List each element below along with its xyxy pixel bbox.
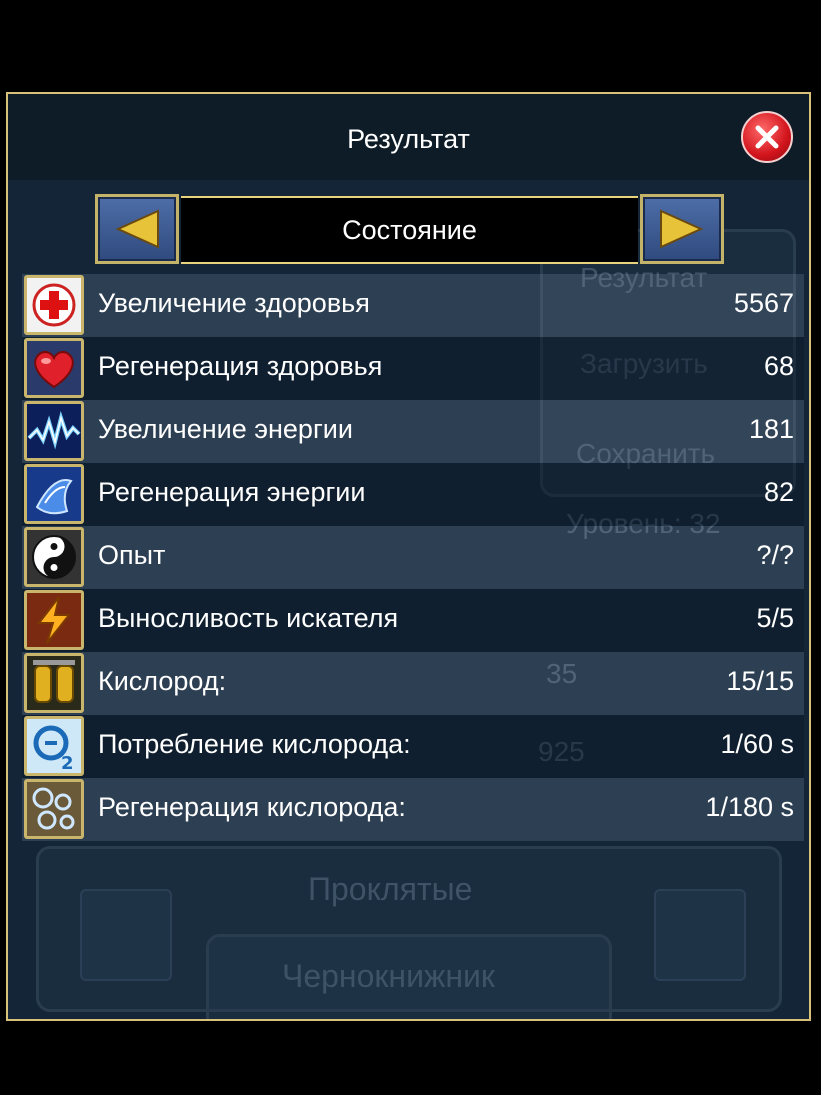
bg-class-icon-right <box>654 889 746 981</box>
category-selector: Состояние <box>95 194 724 264</box>
category-label: Состояние <box>181 196 638 264</box>
next-category-button[interactable] <box>640 194 724 264</box>
stat-row-oxygen-consumption: 2 Потребление кислорода: 1/60 s <box>22 715 804 778</box>
stat-value: ?/? <box>756 540 794 570</box>
energy-crystal-icon <box>24 464 84 524</box>
bg-faction-label: Проклятые <box>308 871 473 907</box>
yin-yang-icon <box>24 527 84 587</box>
bg-class-label: Чернокнижник <box>282 958 495 994</box>
stat-value: 1/60 s <box>720 729 794 759</box>
stat-label: Опыт <box>98 540 166 570</box>
stat-label: Выносливость искателя <box>98 603 399 633</box>
stat-value: 5567 <box>733 288 794 318</box>
stat-row-health-increase: Увеличение здоровья 5567 <box>22 274 804 337</box>
stat-label: Регенерация здоровья <box>98 351 383 381</box>
stat-value: 5/5 <box>756 603 794 633</box>
stat-row-energy-regen: Регенерация энергии 82 <box>22 463 804 526</box>
stat-label: Увеличение энергии <box>98 414 353 444</box>
stats-list: Увеличение здоровья 5567 Регенерация здо… <box>22 274 804 841</box>
stat-label: Увеличение здоровья <box>98 288 370 318</box>
o2-icon: 2 <box>24 716 84 776</box>
stat-row-energy-increase: Увеличение энергии 181 <box>22 400 804 463</box>
stat-label: Потребление кислорода: <box>98 729 411 759</box>
lightning-icon <box>24 590 84 650</box>
stat-row-oxygen-regen: Регенерация кислорода: 1/180 s <box>22 778 804 841</box>
stat-value: 68 <box>763 351 794 381</box>
result-dialog: 5567 181 Результат Загрузить Сохранить У… <box>6 92 811 1021</box>
heart-icon <box>24 338 84 398</box>
medkit-icon <box>24 275 84 335</box>
stat-row-health-regen: Регенерация здоровья 68 <box>22 337 804 400</box>
stat-row-experience: Опыт ?/? <box>22 526 804 589</box>
energy-wave-icon <box>24 401 84 461</box>
arrow-left-icon <box>115 209 159 249</box>
stat-value: 82 <box>763 477 794 507</box>
stat-row-seeker-stamina: Выносливость искателя 5/5 <box>22 589 804 652</box>
close-button[interactable] <box>741 111 793 163</box>
stat-label: Регенерация энергии <box>98 477 366 507</box>
stat-value: 181 <box>748 414 794 444</box>
stat-label: Регенерация кислорода: <box>98 792 406 822</box>
bg-class-icon-left <box>80 889 172 981</box>
svg-text:2: 2 <box>61 753 74 773</box>
oxygen-tanks-icon <box>24 653 84 713</box>
close-icon <box>755 125 779 149</box>
dialog-header: Результат <box>8 94 809 180</box>
stat-value: 1/180 s <box>705 792 794 822</box>
arrow-right-icon <box>660 209 704 249</box>
stat-row-oxygen: Кислород: 15/15 <box>22 652 804 715</box>
dialog-title: Результат <box>347 124 470 154</box>
bubbles-icon <box>24 779 84 839</box>
prev-category-button[interactable] <box>95 194 179 264</box>
stat-label: Кислород: <box>98 666 227 696</box>
stat-value: 15/15 <box>726 666 794 696</box>
